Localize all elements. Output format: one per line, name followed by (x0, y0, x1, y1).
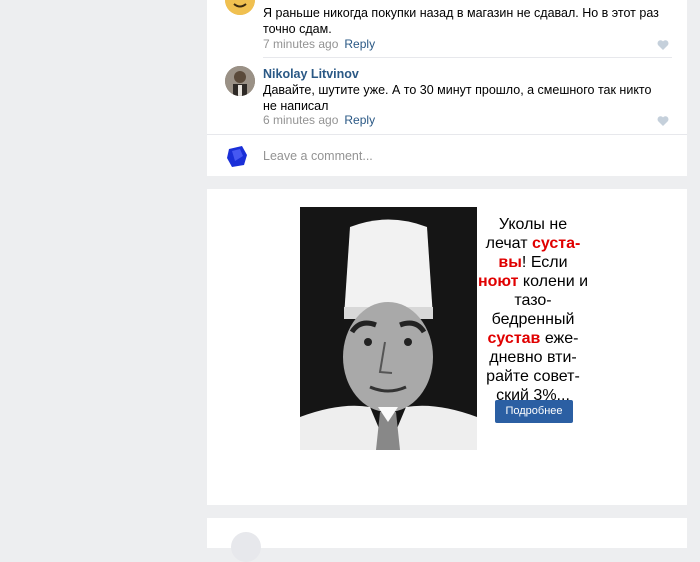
comment-input[interactable]: Leave a comment... (263, 149, 373, 163)
comment-time[interactable]: 6 minutes ago (263, 113, 338, 127)
ad-text-part: ! Если (521, 254, 568, 271)
ad-text[interactable]: Уколы не лечат суста-вы! Если ноют колен… (477, 215, 589, 405)
comment-meta: 7 minutes ago Reply (263, 37, 375, 51)
like-heart-icon[interactable] (657, 39, 669, 51)
ad-card: Уколы не лечат суста-вы! Если ноют колен… (207, 189, 687, 505)
next-post-avatar (231, 532, 261, 562)
next-post-card (207, 518, 687, 562)
commenter-avatar[interactable] (225, 66, 255, 96)
composer-divider (207, 134, 687, 135)
comment-text: Я раньше никогда покупки назад в магазин… (263, 6, 659, 36)
commenter-avatar[interactable] (225, 0, 255, 15)
comment-meta: 6 minutes ago Reply (263, 113, 375, 127)
like-heart-icon[interactable] (657, 115, 669, 127)
ad-photo[interactable] (300, 207, 477, 450)
comment-divider (263, 57, 672, 58)
comment-text: Давайте, шутите уже. А то 30 минут прошл… (263, 83, 652, 113)
comment-author[interactable]: Nikolay Litvinov (263, 67, 359, 81)
ad-text-highlight: ноют (477, 273, 519, 290)
comments-card: Я раньше никогда покупки назад в магазин… (207, 0, 687, 176)
user-avatar (224, 143, 254, 173)
comment-time[interactable]: 7 minutes ago (263, 37, 338, 51)
ad-text-highlight: сустав (487, 330, 541, 347)
reply-link[interactable]: Reply (344, 113, 375, 127)
reply-link[interactable]: Reply (344, 37, 375, 51)
details-button[interactable]: Подробнее (495, 400, 573, 423)
